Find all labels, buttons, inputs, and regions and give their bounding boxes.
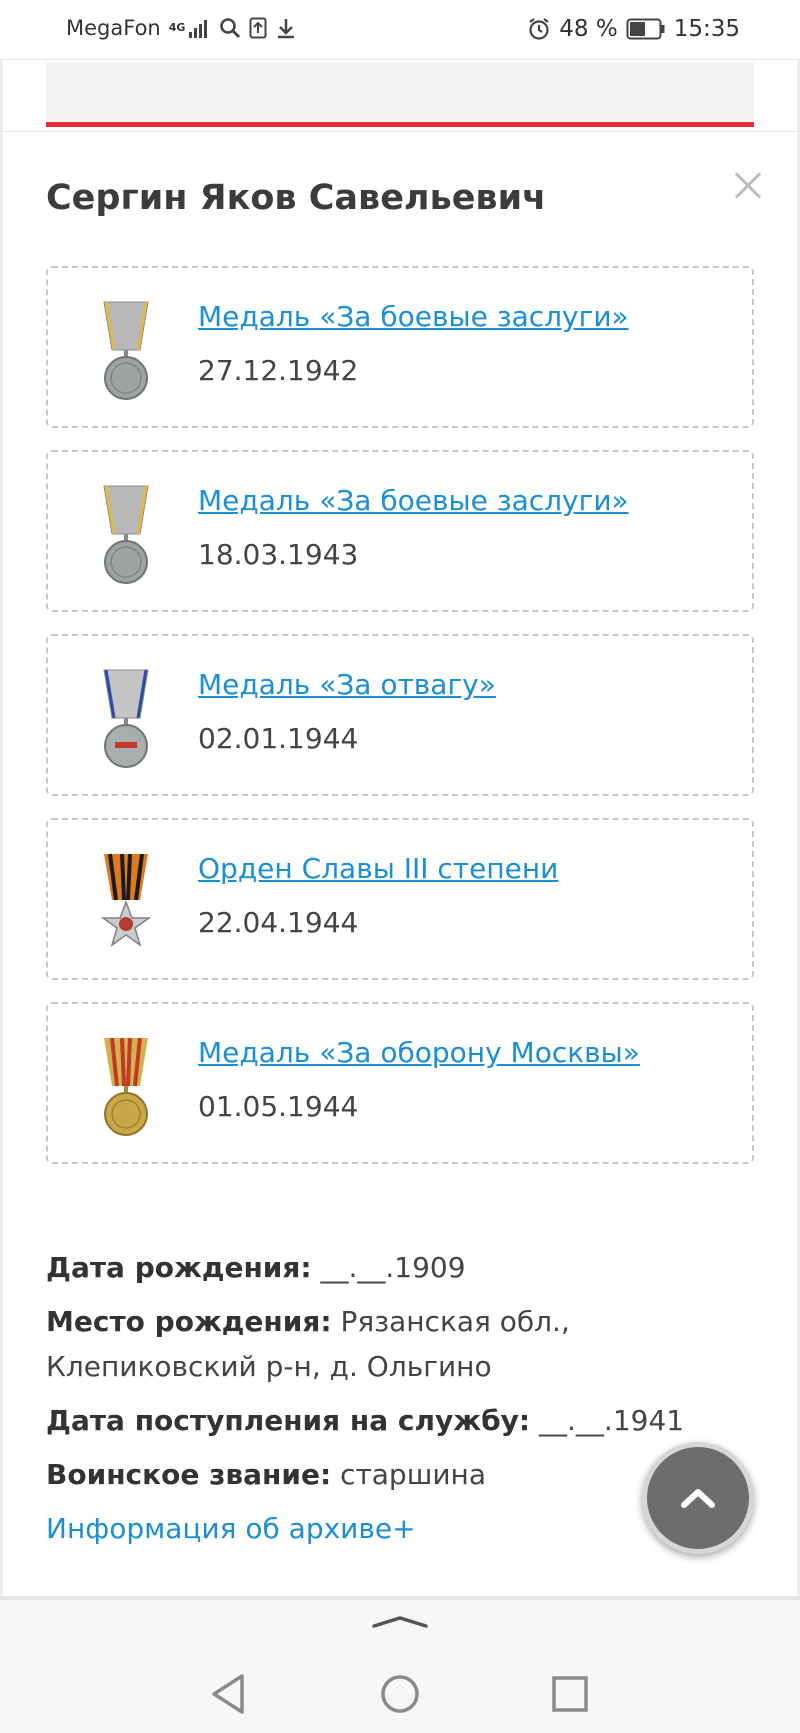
- rank-value: старшина: [340, 1458, 486, 1491]
- status-right: 48 % 15:35: [527, 16, 740, 42]
- birth-date-value: __.__.1909: [320, 1251, 466, 1284]
- award-title-link[interactable]: Медаль «За отвагу»: [198, 668, 496, 701]
- medal-battle-merit-icon: [103, 301, 149, 400]
- back-icon[interactable]: [198, 1664, 258, 1724]
- clock: 15:35: [673, 16, 740, 42]
- order-glory-icon: [100, 853, 152, 947]
- birth-place-label: Место рождения:: [46, 1305, 332, 1338]
- rank-row: Воинское звание: старшина: [46, 1452, 746, 1497]
- status-bar: MegaFon 4G 48 % 15:35: [0, 0, 800, 60]
- home-icon[interactable]: [370, 1664, 430, 1724]
- network-type: 4G: [168, 21, 186, 34]
- award-title-link[interactable]: Медаль «За боевые заслуги»: [198, 300, 629, 333]
- birth-place-row: Место рождения: Рязанская обл., Клепиков…: [46, 1299, 746, 1389]
- award-date: 02.01.1944: [198, 722, 359, 755]
- battery-percent: 48 %: [559, 16, 618, 42]
- award-date: 22.04.1944: [198, 906, 359, 939]
- download-icon: [275, 17, 297, 39]
- award-card: Медаль «За оборону Москвы» 01.05.1944: [46, 1002, 754, 1164]
- close-icon[interactable]: [727, 166, 767, 206]
- alarm-icon: [527, 17, 551, 41]
- scroll-to-top-button[interactable]: [642, 1442, 754, 1554]
- archive-row: Информация об архиве+: [46, 1506, 746, 1551]
- person-name: Сергин Яков Савельевич: [46, 178, 547, 218]
- medal-defense-moscow-icon: [104, 1037, 148, 1136]
- award-card: Медаль «За боевые заслуги» 18.03.1943: [46, 450, 754, 612]
- award-card: Медаль «За боевые заслуги» 27.12.1942: [46, 266, 754, 428]
- header-divider: [0, 131, 800, 132]
- medal-battle-merit-icon: [103, 485, 149, 584]
- award-date: 01.05.1944: [198, 1090, 359, 1123]
- rank-label: Воинское звание:: [46, 1458, 332, 1491]
- award-date: 18.03.1943: [198, 538, 359, 571]
- top-banner-strip: [46, 62, 754, 127]
- battery-icon: [626, 18, 666, 40]
- pull-up-handle-icon[interactable]: [370, 1610, 430, 1634]
- archive-info-link[interactable]: Информация об архиве+: [46, 1512, 416, 1545]
- medal-courage-icon: [103, 669, 149, 768]
- chevron-up-icon: [681, 1489, 715, 1508]
- service-start-row: Дата поступления на службу: __.__.1941: [46, 1398, 746, 1443]
- carrier-name: MegaFon: [66, 16, 161, 40]
- upload-icon: [249, 17, 267, 39]
- service-start-label: Дата поступления на службу:: [46, 1404, 531, 1437]
- service-start-value: __.__.1941: [539, 1404, 685, 1437]
- award-title-link[interactable]: Медаль «За оборону Москвы»: [198, 1036, 640, 1069]
- birth-date-label: Дата рождения:: [46, 1251, 312, 1284]
- award-date: 27.12.1942: [198, 354, 359, 387]
- signal-icon: [189, 18, 211, 38]
- awards-list: Медаль «За боевые заслуги» 27.12.1942 Ме…: [46, 266, 754, 1186]
- award-card: Орден Славы III степени 22.04.1944: [46, 818, 754, 980]
- birth-date-row: Дата рождения: __.__.1909: [46, 1245, 746, 1290]
- award-title-link[interactable]: Медаль «За боевые заслуги»: [198, 484, 629, 517]
- personal-info: Дата рождения: __.__.1909 Место рождения…: [46, 1245, 746, 1560]
- page-edge-left: [0, 60, 3, 1600]
- award-title-link[interactable]: Орден Славы III степени: [198, 852, 558, 885]
- search-icon: [219, 17, 241, 39]
- award-card: Медаль «За отвагу» 02.01.1944: [46, 634, 754, 796]
- status-left: MegaFon 4G: [66, 16, 297, 40]
- recents-icon[interactable]: [540, 1664, 600, 1724]
